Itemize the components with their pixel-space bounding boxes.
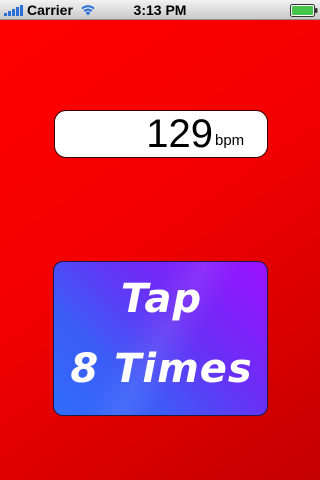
bpm-unit-label: bpm [215,132,245,149]
tap-button-label-line2: 8 Times [70,346,253,392]
tap-button[interactable]: Tap 8 Times [53,261,268,416]
bpm-value: 129 [146,112,213,156]
tap-button-label-line1: Tap [120,276,203,322]
bpm-display: 129 bpm [54,110,268,158]
battery-icon [290,4,318,17]
status-bar: Carrier 3:13 PM [0,0,320,20]
main-screen: 129 bpm Tap 8 Times [0,20,320,480]
status-time: 3:13 PM [133,2,187,18]
